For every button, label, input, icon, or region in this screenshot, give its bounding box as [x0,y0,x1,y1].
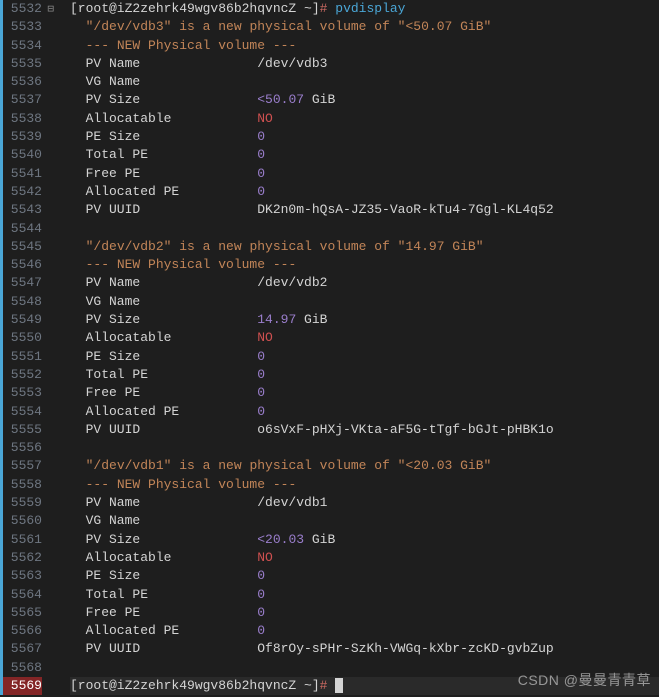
line-number: 5534 [0,37,42,55]
line-number: 5550 [0,329,42,347]
line-number: 5566 [0,622,42,640]
allocatable-row: Allocatable NO [70,110,659,128]
total-pe-row: Total PE 0 [70,586,659,604]
line-number: 5554 [0,403,42,421]
line-number: 5546 [0,256,42,274]
pv-header: --- NEW Physical volume --- [70,256,659,274]
pv-uuid-row: PV UUID Of8rOy-sPHr-SzKh-VWGq-kXbr-zcKD-… [70,640,659,658]
blank-line [70,220,659,238]
pv-name-row: PV Name /dev/vdb2 [70,274,659,292]
line-number: 5565 [0,604,42,622]
line-number: 5532 [0,0,42,18]
pe-size-row: PE Size 0 [70,348,659,366]
line-number: 5553 [0,384,42,402]
pv-intro: "/dev/vdb1" is a new physical volume of … [70,457,659,475]
line-number: 5544 [0,220,42,238]
line-number: 5558 [0,476,42,494]
pv-intro: "/dev/vdb3" is a new physical volume of … [70,18,659,36]
line-number: 5561 [0,531,42,549]
line-number: 5559 [0,494,42,512]
line-number: 5547 [0,274,42,292]
allocated-pe-row: Allocated PE 0 [70,183,659,201]
free-pe-row: Free PE 0 [70,165,659,183]
line-number: 5540 [0,146,42,164]
line-number: 5535 [0,55,42,73]
line-number: 5569 [0,677,42,695]
line-number-gutter: 5532553355345535553655375538553955405541… [0,0,52,695]
pe-size-row: PE Size 0 [70,567,659,585]
pe-size-row: PE Size 0 [70,128,659,146]
line-number: 5568 [0,659,42,677]
code-area[interactable]: [root@iZ2zehrk49wgv86b2hqvncZ ~]# pvdisp… [52,0,659,695]
line-number: 5563 [0,567,42,585]
vg-name-row: VG Name [70,293,659,311]
total-pe-row: Total PE 0 [70,146,659,164]
allocated-pe-row: Allocated PE 0 [70,622,659,640]
pv-name-row: PV Name /dev/vdb1 [70,494,659,512]
allocated-pe-row: Allocated PE 0 [70,403,659,421]
vg-name-row: VG Name [70,512,659,530]
cursor [335,678,343,693]
line-number: 5549 [0,311,42,329]
line-number: 5533 [0,18,42,36]
total-pe-row: Total PE 0 [70,366,659,384]
line-number: 5555 [0,421,42,439]
line-number: 5560 [0,512,42,530]
line-number: 5545 [0,238,42,256]
pv-uuid-row: PV UUID o6sVxF-pHXj-VKta-aF5G-tTgf-bGJt-… [70,421,659,439]
line-number: 5541 [0,165,42,183]
pv-name-row: PV Name /dev/vdb3 [70,55,659,73]
code-editor: 5532553355345535553655375538553955405541… [0,0,659,695]
blank-line [70,439,659,457]
pv-intro: "/dev/vdb2" is a new physical volume of … [70,238,659,256]
line-number: 5552 [0,366,42,384]
pv-uuid-row: PV UUID DK2n0m-hQsA-JZ35-VaoR-kTu4-7Ggl-… [70,201,659,219]
pv-size-row: PV Size <50.07 GiB [70,91,659,109]
pv-header: --- NEW Physical volume --- [70,476,659,494]
line-number: 5551 [0,348,42,366]
free-pe-row: Free PE 0 [70,604,659,622]
line-number: 5557 [0,457,42,475]
pv-size-row: PV Size <20.03 GiB [70,531,659,549]
line-number: 5562 [0,549,42,567]
allocatable-row: Allocatable NO [70,329,659,347]
pv-header: --- NEW Physical volume --- [70,37,659,55]
line-number: 5556 [0,439,42,457]
line-number: 5564 [0,586,42,604]
line-number: 5539 [0,128,42,146]
prompt-line: [root@iZ2zehrk49wgv86b2hqvncZ ~]# pvdisp… [70,0,659,18]
pv-size-row: PV Size 14.97 GiB [70,311,659,329]
vg-name-row: VG Name [70,73,659,91]
line-number: 5538 [0,110,42,128]
line-number: 5548 [0,293,42,311]
line-number: 5567 [0,640,42,658]
line-number: 5543 [0,201,42,219]
line-number: 5542 [0,183,42,201]
line-number: 5536 [0,73,42,91]
allocatable-row: Allocatable NO [70,549,659,567]
watermark: CSDN @曼曼青青草 [518,671,651,689]
free-pe-row: Free PE 0 [70,384,659,402]
command: pvdisplay [335,1,405,16]
line-number: 5537 [0,91,42,109]
